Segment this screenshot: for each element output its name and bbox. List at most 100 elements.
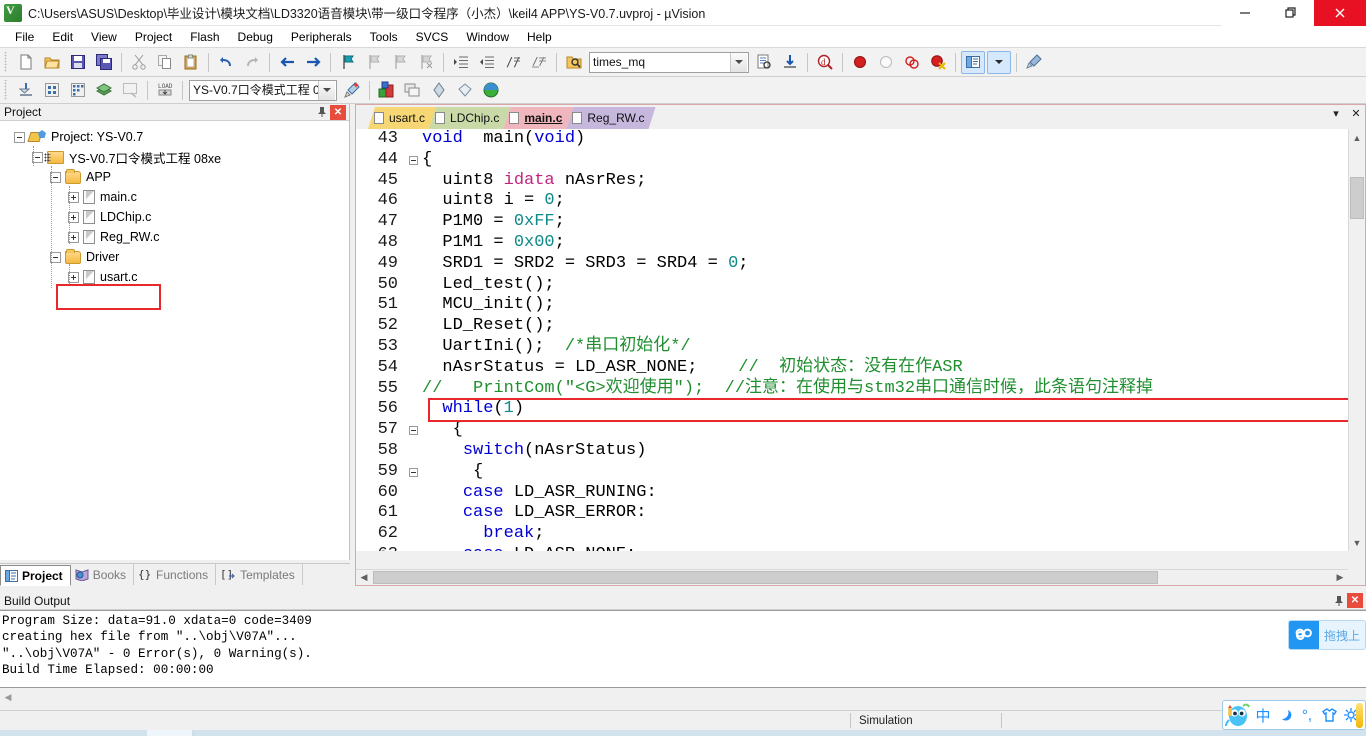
- chevron-down-icon[interactable]: [730, 53, 747, 72]
- bookmark-prev-icon[interactable]: [362, 51, 386, 74]
- editor-horizontal-scrollbar[interactable]: ◀ ▶: [356, 569, 1348, 585]
- packs-icon[interactable]: [479, 79, 503, 102]
- code-line[interactable]: 55// PrintCom("<G>欢迎使用"); //注意：在使用与stm32…: [356, 379, 1348, 400]
- menu-project[interactable]: Project: [126, 27, 181, 47]
- books-icon[interactable]: [453, 79, 477, 102]
- expander-icon[interactable]: [14, 132, 25, 143]
- tree-item-file-usart-c[interactable]: usart.c: [6, 267, 349, 287]
- navigate-back-icon[interactable]: [275, 51, 299, 74]
- tab-templates[interactable]: [] Templates: [216, 564, 303, 585]
- menu-view[interactable]: View: [82, 27, 126, 47]
- tree-item-file-reg-rw-c[interactable]: Reg_RW.c: [6, 227, 349, 247]
- code-line[interactable]: 45 uint8 idata nAsrRes;: [356, 171, 1348, 192]
- taskbar-segment-active[interactable]: [147, 730, 192, 736]
- bookmark-clear-icon[interactable]: [414, 51, 438, 74]
- editor-tab-reg-rw-c[interactable]: Reg_RW.c: [566, 107, 655, 129]
- project-items-icon[interactable]: [427, 79, 451, 102]
- ime-toolbar[interactable]: 中 °,: [1222, 700, 1366, 730]
- code-line[interactable]: 58 switch(nAsrStatus): [356, 441, 1348, 462]
- build-output-scrollbar[interactable]: ◀: [0, 689, 1366, 706]
- code-editor[interactable]: 43void main(void)44{45 uint8 idata nAsrR…: [356, 129, 1348, 551]
- tree-item-target[interactable]: YS-V0.7口令模式工程 08xe: [6, 147, 349, 167]
- code-line[interactable]: 49 SRD1 = SRD2 = SRD3 = SRD4 = 0;: [356, 254, 1348, 275]
- fold-toggle-icon[interactable]: [404, 426, 422, 435]
- tree-item-group-app[interactable]: APP: [6, 167, 349, 187]
- build-output-text[interactable]: Program Size: data=91.0 xdata=0 code=340…: [0, 610, 1366, 688]
- target-combo[interactable]: YS-V0.7口令模式工程 08xe: [189, 80, 337, 101]
- code-line[interactable]: 57 {: [356, 420, 1348, 441]
- scroll-left-icon[interactable]: ◀: [0, 690, 16, 706]
- new-file-icon[interactable]: [14, 51, 38, 74]
- close-icon[interactable]: ✕: [1347, 593, 1363, 608]
- chevron-down-icon[interactable]: [318, 81, 335, 100]
- code-line[interactable]: 53 UartIni(); /*串口初始化*/: [356, 337, 1348, 358]
- menu-svcs[interactable]: SVCS: [407, 27, 458, 47]
- scroll-left-icon[interactable]: ◀: [356, 570, 372, 586]
- code-line[interactable]: 61 case LD_ASR_ERROR:: [356, 503, 1348, 524]
- close-button[interactable]: [1314, 0, 1366, 26]
- goto-definition-icon[interactable]: [778, 51, 802, 74]
- horizontal-scroll-thumb[interactable]: [373, 571, 1158, 584]
- editor-tab-usart-c[interactable]: usart.c: [368, 107, 436, 129]
- taskbar-segment[interactable]: [0, 730, 147, 736]
- close-icon[interactable]: ✕: [1349, 107, 1363, 120]
- save-all-icon[interactable]: [92, 51, 116, 74]
- debug-find-icon[interactable]: d: [813, 51, 837, 74]
- uncomment-icon[interactable]: //: [527, 51, 551, 74]
- bookmark-next-icon[interactable]: [388, 51, 412, 74]
- configuration-wizard-icon[interactable]: [1022, 51, 1046, 74]
- disable-breakpoint-icon[interactable]: [874, 51, 898, 74]
- kill-all-breakpoints-icon[interactable]: [926, 51, 950, 74]
- undo-icon[interactable]: [214, 51, 238, 74]
- menu-file[interactable]: File: [6, 27, 43, 47]
- ime-skin-icon[interactable]: [1319, 703, 1339, 727]
- fold-toggle-icon[interactable]: [404, 468, 422, 477]
- baidu-netdisk-widget[interactable]: 拖拽上: [1288, 620, 1366, 650]
- open-file-icon[interactable]: [40, 51, 64, 74]
- cut-icon[interactable]: [127, 51, 151, 74]
- ime-drag-handle[interactable]: [1356, 703, 1363, 728]
- window-layout-dropdown-icon[interactable]: [987, 51, 1011, 74]
- tab-functions[interactable]: {} Functions: [134, 564, 216, 585]
- ime-language-toggle[interactable]: 中: [1253, 703, 1273, 727]
- scroll-up-icon[interactable]: ▲: [1349, 129, 1365, 146]
- editor-vertical-scrollbar[interactable]: ▲ ▼: [1348, 129, 1365, 551]
- code-line[interactable]: 44{: [356, 150, 1348, 171]
- pin-icon[interactable]: [314, 105, 330, 120]
- tree-item-file-ldchip-c[interactable]: LDChip.c: [6, 207, 349, 227]
- code-line[interactable]: 59 {: [356, 462, 1348, 483]
- indent-icon[interactable]: [449, 51, 473, 74]
- batch-build-icon[interactable]: [92, 79, 116, 102]
- chevron-down-icon[interactable]: ▾: [1329, 107, 1343, 120]
- tab-books[interactable]: Books: [71, 564, 134, 585]
- target-options-icon[interactable]: [340, 79, 364, 102]
- editor-splitter[interactable]: [356, 551, 1365, 569]
- insert-breakpoint-icon[interactable]: [848, 51, 872, 74]
- build-icon[interactable]: [40, 79, 64, 102]
- toolbar-grip[interactable]: [3, 52, 11, 72]
- scroll-right-icon[interactable]: ▶: [1332, 570, 1348, 586]
- menu-flash[interactable]: Flash: [181, 27, 228, 47]
- tree-item-file-main-c[interactable]: main.c: [6, 187, 349, 207]
- vertical-scroll-thumb[interactable]: [1350, 177, 1364, 219]
- paste-icon[interactable]: [179, 51, 203, 74]
- multi-project-icon[interactable]: [401, 79, 425, 102]
- search-input[interactable]: times_mq: [590, 53, 730, 72]
- code-line[interactable]: 46 uint8 i = 0;: [356, 191, 1348, 212]
- fold-toggle-icon[interactable]: [404, 156, 422, 165]
- scroll-down-icon[interactable]: ▼: [1349, 534, 1365, 551]
- tab-project[interactable]: Project: [0, 565, 71, 586]
- search-combo[interactable]: times_mq: [589, 52, 749, 73]
- code-line[interactable]: 54 nAsrStatus = LD_ASR_NONE; // 初始状态：没有在…: [356, 358, 1348, 379]
- editor-tab-main-c[interactable]: main.c: [503, 107, 573, 129]
- disable-all-breakpoints-icon[interactable]: [900, 51, 924, 74]
- translate-icon[interactable]: [14, 79, 38, 102]
- restore-button[interactable]: [1268, 0, 1314, 26]
- copy-icon[interactable]: [153, 51, 177, 74]
- editor-tab-ldchip-c[interactable]: LDChip.c: [429, 107, 510, 129]
- menu-debug[interactable]: Debug: [229, 27, 282, 47]
- pin-icon[interactable]: [1331, 593, 1347, 608]
- menu-peripherals[interactable]: Peripherals: [282, 27, 361, 47]
- code-line[interactable]: 52 LD_Reset();: [356, 316, 1348, 337]
- code-line[interactable]: 56 while(1): [356, 399, 1348, 420]
